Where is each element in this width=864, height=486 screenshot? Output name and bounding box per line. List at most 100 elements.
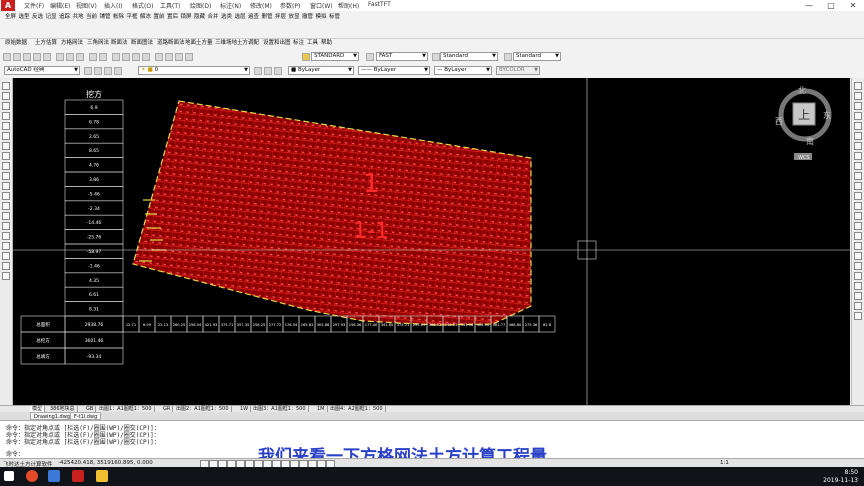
point-icon[interactable] bbox=[2, 212, 10, 220]
help-icon[interactable] bbox=[185, 53, 193, 61]
insert-block-icon[interactable] bbox=[2, 192, 10, 200]
open-file-icon[interactable] bbox=[13, 53, 21, 61]
layer-manager-icon[interactable] bbox=[94, 67, 102, 75]
cut-icon[interactable] bbox=[56, 53, 64, 61]
menu-item[interactable]: 标注(N) bbox=[220, 1, 241, 10]
design-center-icon[interactable] bbox=[165, 53, 173, 61]
toolbar-button[interactable]: 解冻 bbox=[139, 13, 152, 22]
file-explorer-icon[interactable] bbox=[96, 470, 108, 482]
redo-icon[interactable] bbox=[99, 53, 107, 61]
join-icon[interactable] bbox=[854, 212, 862, 220]
menu-item[interactable]: 插入(I) bbox=[104, 1, 122, 10]
autocad-taskbar-icon[interactable] bbox=[72, 470, 84, 482]
pan-icon[interactable] bbox=[854, 302, 862, 310]
blend-icon[interactable] bbox=[854, 242, 862, 250]
layer-select[interactable]: ☀ ■ 0 ▼ bbox=[138, 66, 250, 75]
compass-east[interactable]: 东 bbox=[823, 110, 831, 120]
toolbar-button[interactable]: 地面土方量 bbox=[184, 39, 214, 48]
paste-icon[interactable] bbox=[76, 53, 84, 61]
pan-icon[interactable] bbox=[112, 53, 120, 61]
menu-item[interactable]: 工具(T) bbox=[160, 1, 180, 10]
new-file-icon[interactable] bbox=[3, 53, 11, 61]
command-input[interactable]: 命令： bbox=[6, 449, 24, 458]
orbit-icon[interactable] bbox=[854, 312, 862, 320]
multiline-text-icon[interactable] bbox=[2, 262, 10, 270]
view-cube-face[interactable]: 上 bbox=[798, 108, 810, 122]
earthwork-region[interactable] bbox=[132, 100, 532, 326]
chrome-icon[interactable] bbox=[26, 470, 38, 482]
arc-icon[interactable] bbox=[2, 132, 10, 140]
region-icon[interactable] bbox=[2, 242, 10, 250]
menu-item[interactable]: 编辑(E) bbox=[50, 1, 70, 10]
add-selected-icon[interactable] bbox=[2, 272, 10, 280]
extend-icon[interactable] bbox=[854, 182, 862, 190]
dim-style-select[interactable]: FAST ▼ bbox=[376, 52, 428, 61]
trim-icon[interactable] bbox=[854, 172, 862, 180]
line-icon[interactable] bbox=[2, 82, 10, 90]
zoom-icon[interactable] bbox=[854, 292, 862, 300]
toolbar-button[interactable]: 遍查 bbox=[247, 13, 260, 22]
toolbar-button[interactable]: 删管 bbox=[261, 13, 274, 22]
erase-icon[interactable] bbox=[854, 82, 862, 90]
toolbar-button[interactable]: 记显 bbox=[45, 13, 58, 22]
toolbar-button[interactable]: 选层 bbox=[234, 13, 247, 22]
tool-palette-icon[interactable] bbox=[175, 53, 183, 61]
toolbar-button[interactable]: 放显 bbox=[288, 13, 301, 22]
color-select[interactable]: ■ ByLayer ▼ bbox=[288, 66, 354, 75]
toolbar-button[interactable]: 全屏 bbox=[4, 13, 17, 22]
properties-icon[interactable] bbox=[155, 53, 163, 61]
workspace-select[interactable]: AutoCAD 经典 ▼ bbox=[4, 66, 80, 75]
toolbar-button[interactable]: 拌层 bbox=[274, 13, 287, 22]
toolbar-button[interactable]: 设置和出图 bbox=[262, 39, 292, 48]
toolbar-button[interactable]: 隐藏 bbox=[193, 13, 206, 22]
layer-icon[interactable] bbox=[854, 282, 862, 290]
array-icon[interactable] bbox=[854, 122, 862, 130]
toolbar-button[interactable]: 帮助 bbox=[320, 39, 333, 48]
make-current-icon[interactable] bbox=[254, 67, 262, 75]
toolbar-button[interactable]: 追踪 bbox=[58, 13, 71, 22]
save-icon[interactable] bbox=[23, 53, 31, 61]
toolbar-button[interactable]: 选型 bbox=[18, 13, 31, 22]
start-windows-icon[interactable] bbox=[4, 471, 14, 481]
toolbar-button[interactable]: 标管 bbox=[328, 13, 341, 22]
toolbar-button[interactable]: 土方估算 bbox=[34, 39, 58, 48]
toolbar-button[interactable]: 锁屏 bbox=[180, 13, 193, 22]
gradient-icon[interactable] bbox=[2, 232, 10, 240]
circle-icon[interactable] bbox=[2, 142, 10, 150]
compass-north[interactable]: 北 bbox=[798, 86, 806, 95]
mleader-style-select[interactable]: Standard ▼ bbox=[513, 52, 561, 61]
layer-state-icon[interactable] bbox=[104, 67, 112, 75]
close-button[interactable]: ✕ bbox=[842, 0, 864, 11]
toolbar-button[interactable]: 工具 bbox=[306, 39, 319, 48]
wcs-menu[interactable]: WCS bbox=[798, 155, 810, 161]
rectangle-icon[interactable] bbox=[2, 122, 10, 130]
minimize-button[interactable]: — bbox=[798, 0, 820, 11]
properties-icon[interactable] bbox=[854, 262, 862, 270]
zoom-previous-icon[interactable] bbox=[142, 53, 150, 61]
toolbar-button[interactable]: 断面图法 bbox=[130, 39, 154, 48]
toolbar-button[interactable]: 撤管 bbox=[301, 13, 314, 22]
compass-west[interactable]: 西 bbox=[775, 117, 783, 126]
spline-icon[interactable] bbox=[2, 162, 10, 170]
scale-icon[interactable] bbox=[854, 152, 862, 160]
view-cube[interactable]: 上 北 南 东 西 WCS bbox=[775, 86, 832, 161]
text-style-select[interactable]: STANDARD ▼ bbox=[311, 52, 359, 61]
file-tab[interactable]: F-t1l.dwg bbox=[70, 412, 102, 420]
offset-icon[interactable] bbox=[854, 112, 862, 120]
file-tab[interactable]: Drawing1.dwg bbox=[30, 412, 74, 420]
plotstyle-select[interactable]: BYCOLOR ▼ bbox=[496, 66, 540, 75]
compass-south[interactable]: 南 bbox=[806, 136, 814, 146]
ellipse-arc-icon[interactable] bbox=[2, 182, 10, 190]
toolbar-button[interactable]: 共地 bbox=[72, 13, 85, 22]
menu-item[interactable]: 修改(M) bbox=[250, 1, 272, 10]
fillet-icon[interactable] bbox=[854, 232, 862, 240]
toolbar-button[interactable]: 合并 bbox=[207, 13, 220, 22]
toolbar-button[interactable]: 断面法 bbox=[110, 39, 129, 48]
workspace-settings-icon[interactable] bbox=[84, 67, 92, 75]
toolbar-button[interactable]: 三维场地 bbox=[214, 39, 238, 48]
menu-item[interactable]: 帮助(H) bbox=[338, 1, 359, 10]
linetype-select[interactable]: —— ByLayer ▼ bbox=[358, 66, 430, 75]
annotation-scale[interactable]: 1:1 bbox=[720, 460, 729, 466]
copy-icon[interactable] bbox=[66, 53, 74, 61]
toolbar-button[interactable]: 置后 bbox=[166, 13, 179, 22]
